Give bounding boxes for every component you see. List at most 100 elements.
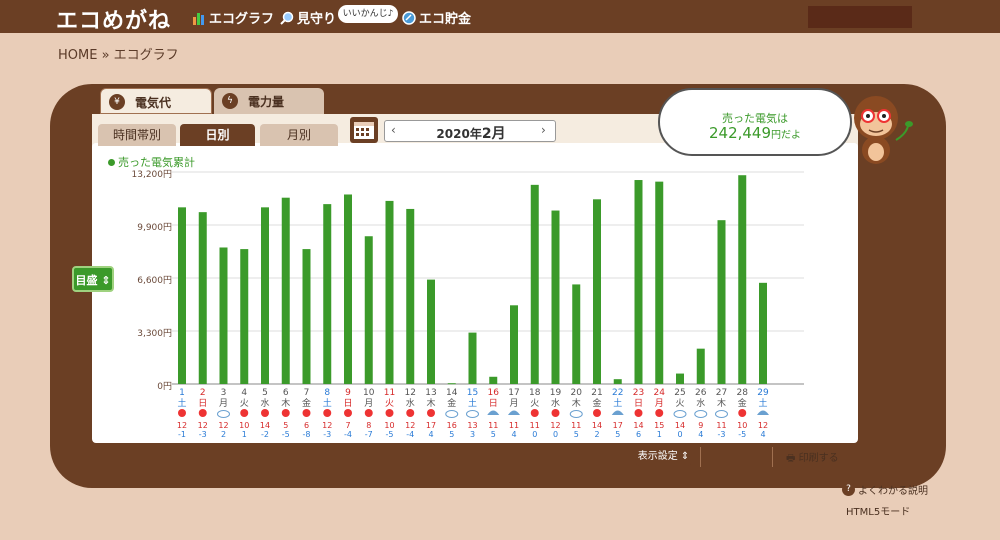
display-settings-button[interactable]: 表示設定 ⇕ (636, 448, 691, 466)
tab-electricity-amount[interactable]: ϟ 電力量 (214, 88, 324, 114)
cloudy-icon (694, 410, 708, 418)
temp-low: -5 (282, 430, 290, 439)
weekday-label: 土 (613, 397, 622, 409)
lightning-icon: ϟ (222, 93, 238, 109)
day-label: 9 (345, 388, 351, 398)
day-label: 15 (467, 388, 478, 398)
temp-high: 12 (218, 421, 228, 430)
temp-high: 11 (509, 421, 519, 430)
month-selector: ‹ 2020年2月 › (384, 120, 556, 142)
html5-mode-link[interactable]: HTML5モード (846, 503, 910, 518)
calendar-icon[interactable] (350, 117, 378, 143)
bar (219, 247, 228, 384)
sunny-icon (385, 409, 394, 417)
subtab-monthly[interactable]: 月別 (260, 124, 338, 146)
user-account-box[interactable] (808, 6, 912, 28)
temp-high: 12 (198, 421, 208, 430)
weekday-label: 水 (551, 397, 560, 409)
tab-electricity-cost[interactable]: ¥ 電気代 (100, 88, 212, 114)
separator (700, 447, 701, 467)
weekday-label: 水 (260, 397, 269, 409)
printer-icon: 🖶 (786, 453, 796, 464)
nav-label: エコ貯金 (419, 12, 472, 27)
temp-high: 8 (366, 421, 371, 430)
temp-high: 10 (384, 421, 394, 430)
prev-month-button[interactable]: ‹ (391, 123, 396, 137)
help-link[interactable]: ? よくわかる説明 (842, 482, 928, 497)
y-tick-label: 3,300円 (137, 329, 172, 339)
bar (198, 212, 207, 384)
bar (385, 200, 394, 384)
temp-high: 11 (571, 421, 581, 430)
weekday-label: 土 (758, 397, 767, 409)
temp-low: 4 (428, 430, 433, 439)
nav-eco-graph[interactable]: エコグラフ (192, 8, 274, 27)
sunny-icon (427, 409, 435, 417)
temp-high: 14 (633, 421, 643, 430)
weekday-label: 月 (655, 398, 664, 409)
weekday-label: 火 (675, 398, 684, 409)
weekday-label: 月 (364, 398, 373, 409)
weekday-label: 日 (489, 398, 498, 409)
sold-electricity-bubble: 売った電気は 242,449円だよ (658, 88, 852, 156)
bar (738, 175, 747, 384)
day-label: 23 (633, 388, 644, 398)
sold-amount: 242,449円だよ (708, 124, 802, 142)
bar (344, 194, 352, 384)
subtab-hourly[interactable]: 時間帯別 (98, 124, 176, 146)
sunny-icon (738, 409, 747, 417)
nav-eco-savings[interactable]: エコ貯金 (402, 8, 471, 27)
cloudy-icon (569, 410, 583, 418)
day-label: 26 (695, 388, 707, 398)
sunny-icon (261, 409, 269, 417)
top-navigation-bar: エコめがね エコグラフ 見守り いいかんじ♪ エコ貯金 (0, 0, 1000, 35)
question-icon: ? (842, 483, 855, 496)
temp-low: -3 (323, 430, 331, 439)
sunny-icon (406, 409, 415, 417)
site-logo[interactable]: エコめがね (56, 3, 171, 35)
bar (613, 379, 622, 384)
day-label: 5 (262, 388, 268, 398)
breadcrumb: HOME » エコグラフ (58, 48, 179, 63)
temp-high: 9 (698, 421, 703, 430)
sunny-icon (302, 409, 311, 417)
nav-label: エコグラフ (209, 12, 275, 27)
print-button[interactable]: 🖶 印刷する (786, 449, 839, 468)
day-label: 10 (363, 388, 375, 398)
day-label: 14 (446, 388, 458, 398)
temp-low: -3 (718, 430, 726, 439)
monkey-mascot-icon (854, 96, 913, 164)
sunny-icon (198, 409, 207, 417)
weekday-label: 木 (426, 397, 435, 409)
temp-high: 7 (345, 421, 350, 430)
sunny-icon (634, 409, 643, 417)
temp-high: 17 (613, 421, 623, 430)
temp-high: 12 (322, 421, 332, 430)
sunny-icon (593, 409, 601, 417)
temp-low: -3 (199, 430, 207, 439)
next-month-button[interactable]: › (541, 123, 546, 137)
nav-mimamori[interactable]: 見守り (280, 8, 336, 27)
bar (551, 210, 560, 384)
day-label: 2 (200, 388, 206, 398)
weekday-label: 金 (738, 397, 747, 409)
temp-low: 4 (698, 430, 703, 439)
subtab-daily[interactable]: 日別 (180, 124, 255, 146)
legend-dot (108, 159, 115, 166)
day-label: 13 (425, 388, 436, 398)
bar (593, 199, 601, 384)
scale-toggle-button[interactable]: 目盛 ⇕ (72, 266, 114, 292)
day-label: 27 (716, 388, 727, 398)
bar (530, 184, 539, 384)
sunny-icon (364, 409, 373, 417)
day-label: 16 (488, 388, 500, 398)
weekday-label: 木 (717, 397, 726, 409)
cloudy-icon (715, 410, 728, 418)
magnifier-icon (280, 11, 294, 25)
weekday-label: 金 (302, 397, 311, 409)
temp-low: -5 (738, 430, 746, 439)
bar (447, 383, 456, 385)
day-label: 29 (757, 388, 769, 398)
bar (696, 348, 705, 384)
cloudy-icon (445, 410, 459, 418)
